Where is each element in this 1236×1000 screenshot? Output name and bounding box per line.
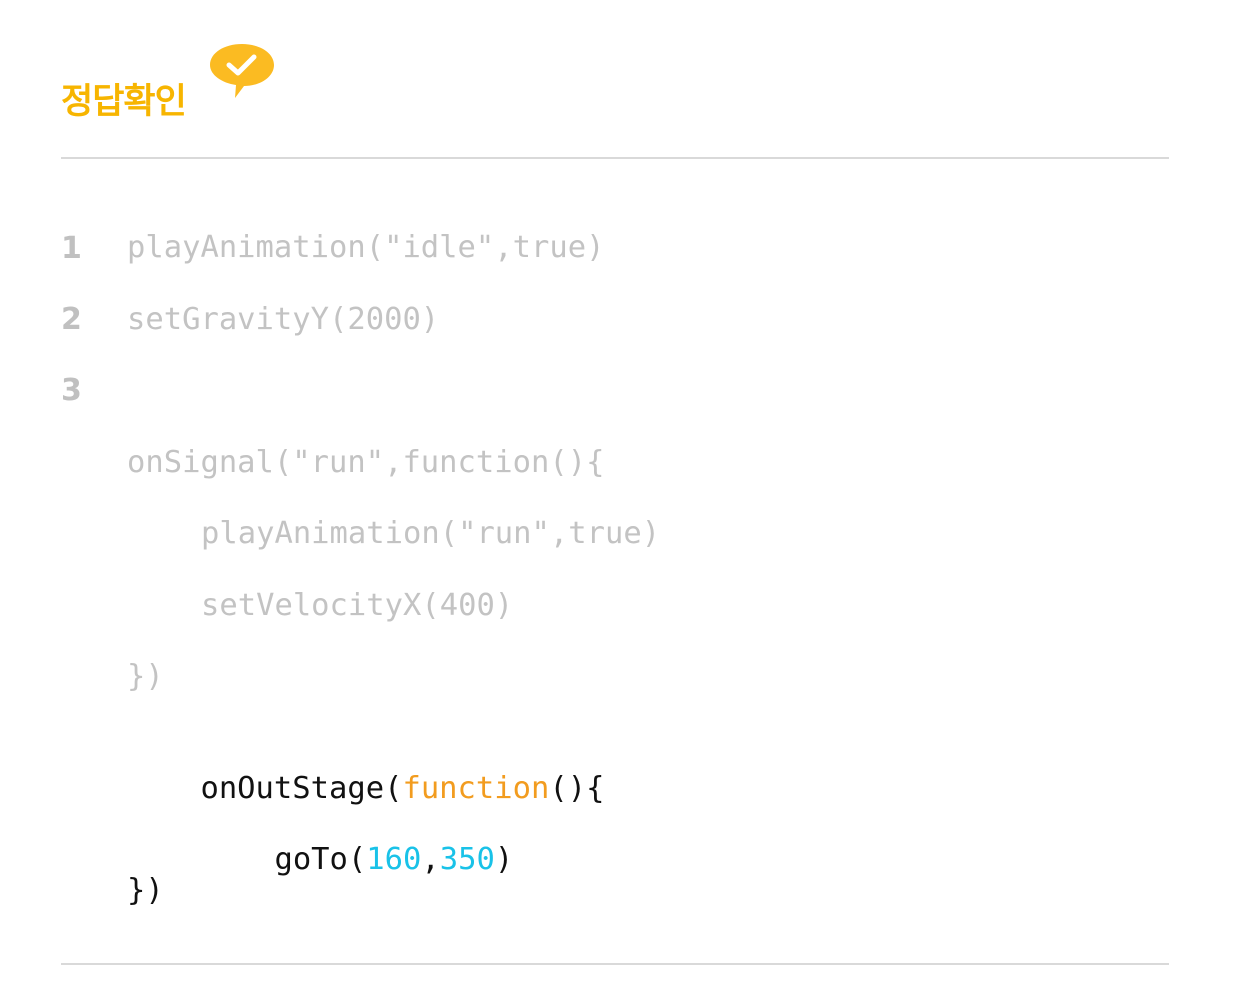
line-number-1: 1: [61, 231, 82, 266]
code-token-comma: ,: [421, 842, 440, 877]
code-line-go-to: goTo(160,350): [201, 800, 513, 920]
code-line-play-idle: playAnimation("idle",true): [127, 230, 605, 265]
code-token-number-x: 160: [366, 842, 422, 877]
code-line-set-velocity: setVelocityX(400): [201, 588, 514, 623]
code-line-close-signal: }): [127, 659, 164, 694]
line-number-2: 2: [61, 302, 82, 337]
code-line-close-out-stage: }): [127, 873, 164, 908]
code-token-call: goTo(: [274, 842, 367, 877]
code-line-play-run: playAnimation("run",true): [201, 516, 661, 551]
code-line-set-gravity: setGravityY(2000): [127, 302, 440, 337]
code-token-number-y: 350: [439, 842, 495, 877]
bottom-divider: [61, 963, 1169, 965]
code-token-paren: (){: [549, 771, 605, 806]
code-line-on-signal: onSignal("run",function(){: [127, 445, 605, 480]
code-block: 1 2 3 playAnimation("idle",true) setGrav…: [0, 0, 1236, 1000]
code-token-paren: ): [494, 842, 514, 877]
line-number-3: 3: [61, 373, 82, 408]
